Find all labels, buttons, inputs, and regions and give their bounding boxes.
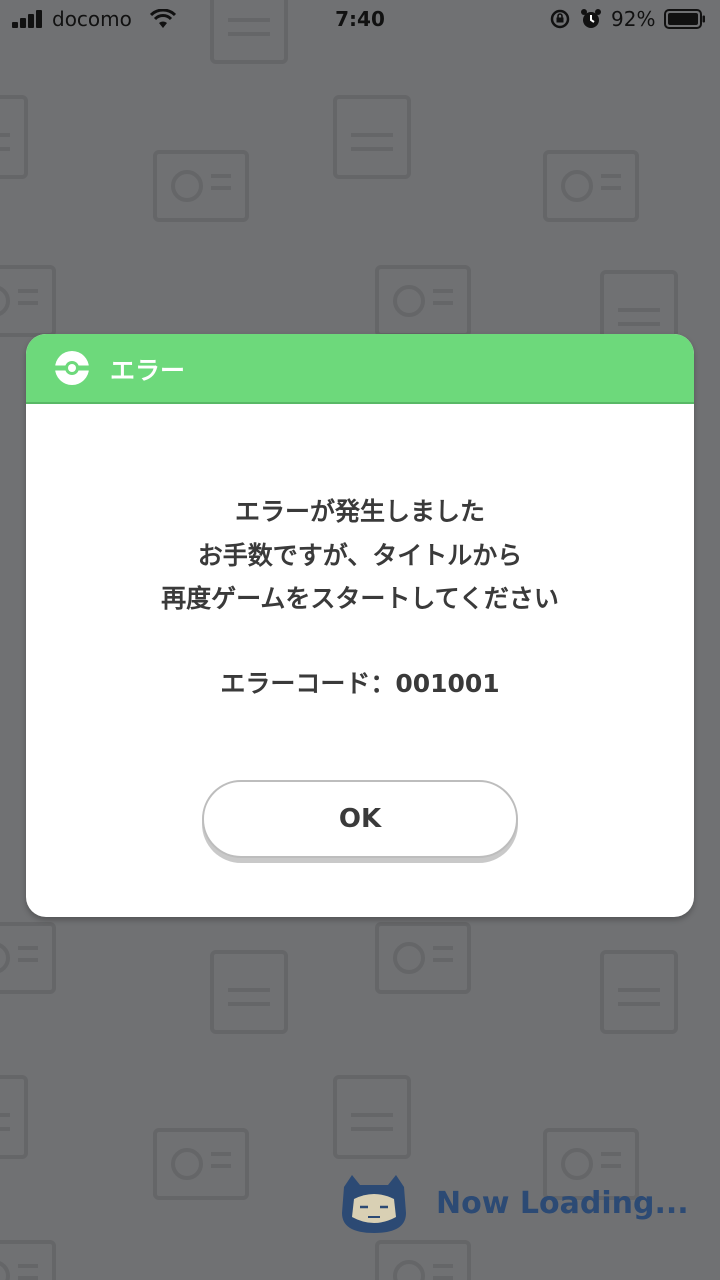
background-document-icon: [0, 1075, 28, 1159]
background-card-icon: [543, 150, 639, 222]
background-document-icon: [333, 95, 411, 179]
snorlax-icon: [342, 1175, 406, 1233]
alarm-icon: [581, 9, 601, 28]
pokeball-icon: [55, 351, 89, 385]
dialog-header: エラー: [26, 334, 694, 404]
background-card-icon: [153, 1128, 249, 1200]
background-document-icon: [600, 950, 678, 1034]
rotation-lock-icon: [550, 9, 570, 29]
error-code: エラーコード：001001: [220, 669, 500, 698]
error-message-line: お手数ですが、タイトルから: [197, 541, 523, 570]
background-card-icon: [0, 922, 56, 994]
battery-icon: [664, 9, 705, 29]
background-document-icon: [210, 950, 288, 1034]
background-document-icon: [333, 1075, 411, 1159]
background-card-icon: [375, 1240, 471, 1280]
background-card-icon: [375, 922, 471, 994]
error-message-line: エラーが発生しました: [234, 497, 485, 526]
background-card-icon: [0, 265, 56, 337]
loading-text: Now Loading...: [436, 1186, 689, 1221]
battery-percent: 92%: [611, 7, 656, 31]
status-bar: docomo 7:40 92%: [0, 0, 720, 40]
ok-button[interactable]: OK: [202, 780, 518, 858]
error-dialog: エラー エラーが発生しました お手数ですが、タイトルから 再度ゲームをスタートし…: [26, 334, 694, 917]
error-message-line: 再度ゲームをスタートしてください: [161, 584, 559, 613]
background-document-icon: [0, 95, 28, 179]
dialog-title: エラー: [110, 356, 186, 385]
background-card-icon: [153, 150, 249, 222]
background-card-icon: [0, 1240, 56, 1280]
background-card-icon: [375, 265, 471, 337]
